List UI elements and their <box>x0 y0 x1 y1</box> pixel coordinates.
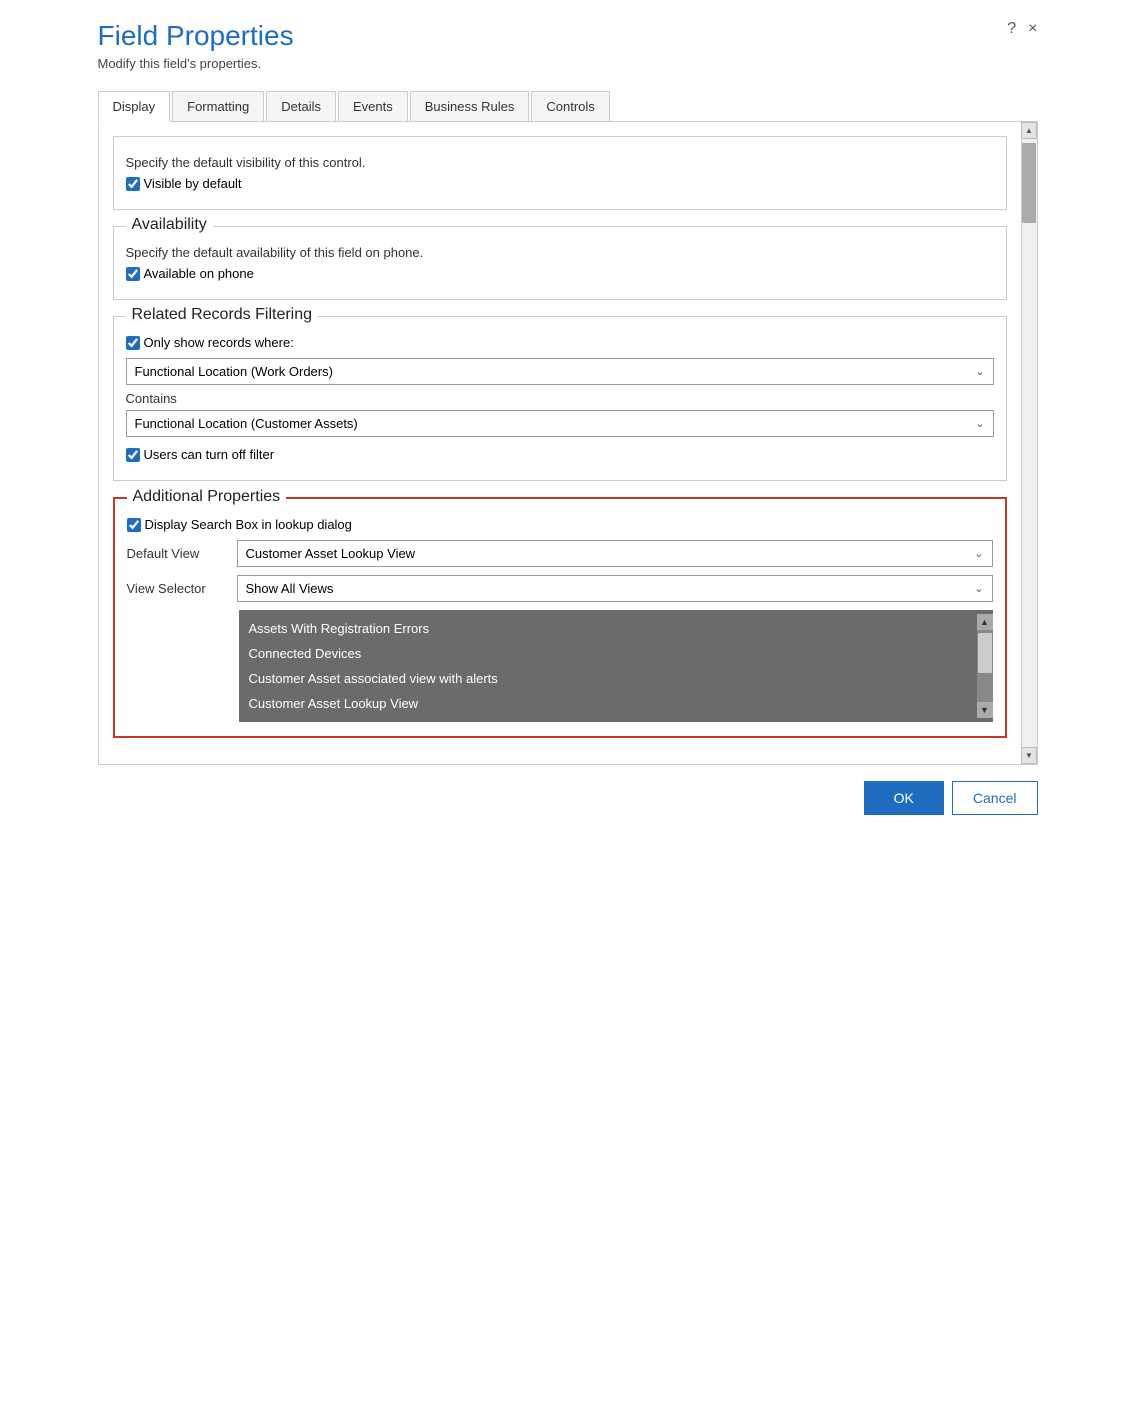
additional-properties-legend: Additional Properties <box>127 488 287 506</box>
only-show-records-checkbox[interactable] <box>126 336 140 350</box>
dialog-subtitle: Modify this field's properties. <box>98 56 294 71</box>
users-turn-off-filter-row: Users can turn off filter <box>126 447 994 462</box>
scroll-thumb[interactable] <box>1022 143 1036 223</box>
views-list-inner: Assets With Registration Errors Connecte… <box>239 614 993 718</box>
cancel-button[interactable]: Cancel <box>952 781 1038 815</box>
default-view-label: Default View <box>127 546 227 561</box>
tab-display[interactable]: Display <box>98 91 171 122</box>
tab-details[interactable]: Details <box>266 91 336 121</box>
close-icon[interactable]: × <box>1028 20 1037 38</box>
additional-properties-body: Display Search Box in lookup dialog Defa… <box>127 517 993 722</box>
main-scroll-area: Specify the default visibility of this c… <box>99 122 1021 764</box>
default-view-dropdown[interactable]: Customer Asset Lookup View ⌄ <box>237 540 993 567</box>
dialog-footer: OK Cancel <box>88 765 1048 825</box>
view-selector-chevron-icon: ⌄ <box>974 582 983 595</box>
ok-button[interactable]: OK <box>864 781 944 815</box>
dialog-title-area: Field Properties Modify this field's pro… <box>98 20 294 71</box>
available-on-phone-checkbox[interactable] <box>126 267 140 281</box>
display-search-box-row: Display Search Box in lookup dialog <box>127 517 993 532</box>
main-scrollbar: ▲ ▼ <box>1021 122 1037 764</box>
default-view-chevron-icon: ⌄ <box>974 547 983 560</box>
scroll-up-button[interactable]: ▲ <box>1021 122 1037 139</box>
content-area: Specify the default visibility of this c… <box>98 122 1038 765</box>
available-on-phone-row: Available on phone <box>126 266 994 281</box>
views-scrollbar-thumb[interactable] <box>978 633 992 673</box>
availability-desc: Specify the default availability of this… <box>126 245 994 260</box>
tab-controls[interactable]: Controls <box>531 91 609 121</box>
visible-by-default-checkbox[interactable] <box>126 177 140 191</box>
default-view-value: Customer Asset Lookup View <box>246 546 416 561</box>
visible-by-default-label: Visible by default <box>144 176 242 191</box>
users-turn-off-filter-checkbox[interactable] <box>126 448 140 462</box>
related-records-body: Only show records where: Functional Loca… <box>126 335 994 462</box>
visibility-section: Specify the default visibility of this c… <box>113 136 1007 210</box>
dialog-title: Field Properties <box>98 20 294 52</box>
display-search-box-label: Display Search Box in lookup dialog <box>145 517 352 532</box>
additional-properties-section: Additional Properties Display Search Box… <box>113 497 1007 738</box>
tab-formatting[interactable]: Formatting <box>172 91 264 121</box>
views-list-items: Assets With Registration Errors Connecte… <box>239 614 977 718</box>
customer-assets-dropdown[interactable]: Functional Location (Customer Assets) ⌄ <box>126 410 994 437</box>
available-on-phone-label: Available on phone <box>144 266 254 281</box>
dialog-header: Field Properties Modify this field's pro… <box>88 20 1048 71</box>
availability-section: Availability Specify the default availab… <box>113 226 1007 300</box>
visible-by-default-row: Visible by default <box>126 176 994 191</box>
work-orders-dropdown[interactable]: Functional Location (Work Orders) ⌄ <box>126 358 994 385</box>
view-selector-row: View Selector Show All Views ⌄ <box>127 575 993 602</box>
list-item[interactable]: Connected Devices <box>239 641 977 666</box>
availability-body: Specify the default availability of this… <box>126 245 994 281</box>
tab-bar: Display Formatting Details Events Busine… <box>98 91 1038 122</box>
visibility-desc: Specify the default visibility of this c… <box>126 155 994 170</box>
list-item[interactable]: Customer Asset associated view with aler… <box>239 666 977 691</box>
field-properties-dialog: Field Properties Modify this field's pro… <box>88 0 1048 845</box>
display-search-box-checkbox[interactable] <box>127 518 141 532</box>
tab-events[interactable]: Events <box>338 91 408 121</box>
views-list-scrollbar: ▲ ▼ <box>977 614 993 718</box>
help-icon[interactable]: ? <box>1007 20 1016 38</box>
work-orders-dropdown-value: Functional Location (Work Orders) <box>135 364 333 379</box>
availability-legend: Availability <box>126 216 213 234</box>
list-item[interactable]: Customer Asset Lookup View <box>239 691 977 716</box>
view-selector-value: Show All Views <box>246 581 334 596</box>
view-selector-dropdown[interactable]: Show All Views ⌄ <box>237 575 993 602</box>
views-dropdown-list: Assets With Registration Errors Connecte… <box>239 610 993 722</box>
contains-label: Contains <box>126 391 994 406</box>
work-orders-chevron-icon: ⌄ <box>975 365 984 378</box>
only-show-records-row: Only show records where: <box>126 335 994 350</box>
customer-assets-chevron-icon: ⌄ <box>975 417 984 430</box>
scroll-down-button[interactable]: ▼ <box>1021 747 1037 764</box>
related-records-legend: Related Records Filtering <box>126 306 319 324</box>
views-scrollbar-up-button[interactable]: ▲ <box>977 614 993 630</box>
views-scrollbar-down-button[interactable]: ▼ <box>977 702 993 718</box>
default-view-row: Default View Customer Asset Lookup View … <box>127 540 993 567</box>
only-show-records-label: Only show records where: <box>144 335 294 350</box>
related-records-section: Related Records Filtering Only show reco… <box>113 316 1007 481</box>
visibility-body: Specify the default visibility of this c… <box>126 155 994 191</box>
list-item[interactable]: Assets With Registration Errors <box>239 616 977 641</box>
view-selector-label: View Selector <box>127 581 227 596</box>
customer-assets-dropdown-value: Functional Location (Customer Assets) <box>135 416 358 431</box>
tab-business-rules[interactable]: Business Rules <box>410 91 530 121</box>
dialog-actions: ? × <box>1007 20 1037 38</box>
views-list-container: Assets With Registration Errors Connecte… <box>239 610 993 722</box>
users-turn-off-filter-label: Users can turn off filter <box>144 447 275 462</box>
